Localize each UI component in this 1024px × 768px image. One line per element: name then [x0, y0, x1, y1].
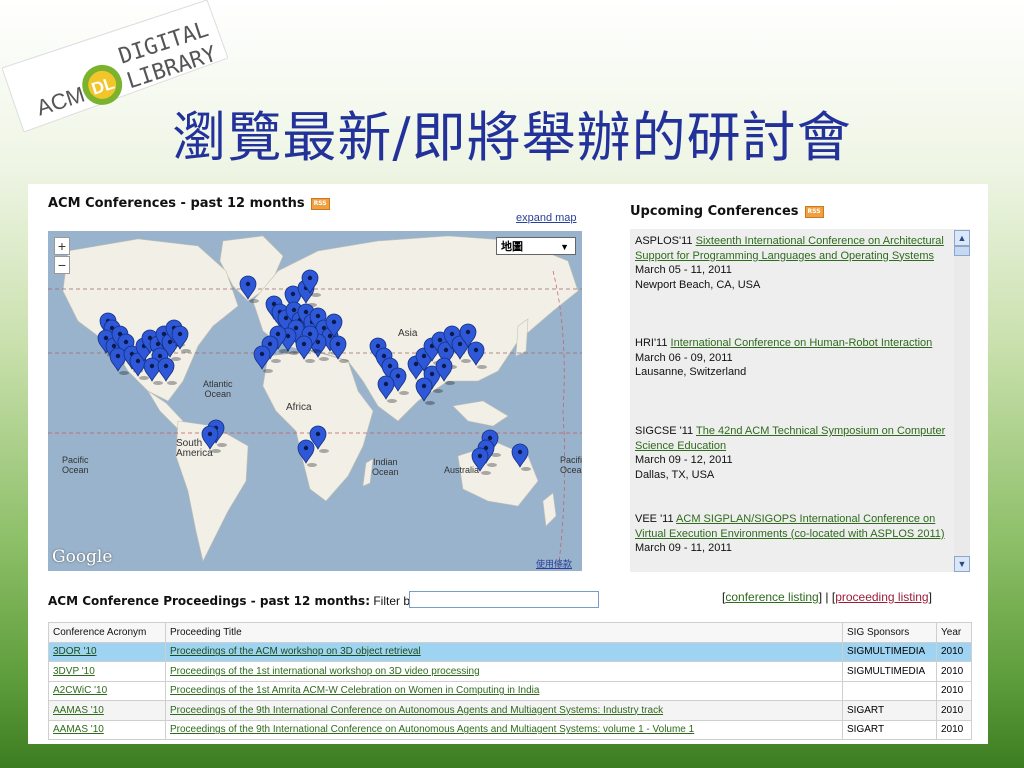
google-logo: Google: [52, 547, 113, 567]
label-pacific-left: Pacific Ocean: [62, 455, 89, 475]
bracket: ]: [928, 590, 932, 604]
col-title-header[interactable]: Proceeding Title: [165, 622, 843, 643]
conference-map[interactable]: + − 地圖 ▼ Asia Atlantic Ocean Africa South…: [48, 231, 582, 571]
row-sig: [842, 680, 937, 701]
row-year: 2010: [936, 719, 972, 740]
table-row[interactable]: A2CWiC '10 Proceedings of the 1st Amrita…: [48, 680, 972, 701]
link-separator: ] | [: [818, 590, 836, 604]
rss-icon[interactable]: RSS: [804, 206, 824, 218]
row-year: 2010: [936, 680, 972, 701]
col-sig-header[interactable]: SIG Sponsors: [842, 622, 937, 643]
table-row[interactable]: AAMAS '10 Proceedings of the 9th Interna…: [48, 719, 972, 740]
row-year: 2010: [936, 661, 972, 682]
label-atlantic: Atlantic Ocean: [203, 379, 233, 399]
label-asia: Asia: [398, 328, 418, 339]
proceedings-heading-text: ACM Conference Proceedings - past 12 mon…: [48, 594, 370, 608]
rss-icon[interactable]: RSS: [310, 198, 330, 210]
zoom-in-button[interactable]: +: [54, 237, 70, 255]
row-sig: SIGART: [842, 700, 937, 721]
filter-input[interactable]: [409, 591, 599, 608]
table-row[interactable]: AAMAS '10 Proceedings of the 9th Interna…: [48, 700, 972, 721]
row-acronym-link[interactable]: AAMAS '10: [53, 724, 104, 735]
upcoming-list: ASPLOS'11 Sixteenth International Confer…: [630, 229, 970, 572]
upcoming-acronym: SIGCSE '11: [635, 425, 696, 437]
table-row[interactable]: 3DVP '10 Proceedings of the 1st internat…: [48, 661, 972, 682]
map-type-value: 地圖: [501, 241, 523, 253]
map-type-select[interactable]: 地圖 ▼: [496, 237, 576, 255]
upcoming-acronym: HRI'11: [635, 337, 671, 349]
row-title-link[interactable]: Proceedings of the 9th International Con…: [170, 724, 694, 735]
col-year-header[interactable]: Year: [936, 622, 972, 643]
proceedings-table: Conference Acronym Proceeding Title SIG …: [48, 622, 972, 740]
upcoming-dates: March 09 - 12, 2011: [635, 454, 733, 467]
row-title-link[interactable]: Proceedings of the ACM workshop on 3D ob…: [170, 646, 421, 657]
conferences-heading-text: ACM Conferences - past 12 months: [48, 196, 305, 211]
table-header-row: Conference Acronym Proceeding Title SIG …: [48, 622, 972, 643]
row-year: 2010: [936, 700, 972, 721]
row-title-link[interactable]: Proceedings of the 9th International Con…: [170, 705, 663, 716]
conference-listing-link[interactable]: conference listing: [725, 590, 818, 604]
proceedings-heading: ACM Conference Proceedings - past 12 mon…: [48, 594, 416, 608]
row-acronym-link[interactable]: AAMAS '10: [53, 705, 104, 716]
upcoming-location: Dallas, TX, USA: [635, 468, 715, 481]
upcoming-dates: March 06 - 09, 2011: [635, 351, 733, 364]
row-acronym-link[interactable]: 3DVP '10: [53, 666, 95, 677]
proceeding-listing-link[interactable]: proceeding listing: [835, 590, 928, 604]
scroll-up-icon[interactable]: ▲: [954, 230, 970, 246]
row-title-link[interactable]: Proceedings of the 1st Amrita ACM-W Cele…: [170, 685, 539, 696]
label-indian: Indian Ocean: [372, 457, 399, 477]
label-pacific-right: Pacific Ocean: [560, 455, 582, 475]
upcoming-heading-text: Upcoming Conferences: [630, 204, 799, 219]
row-year: 2010: [936, 641, 972, 662]
upcoming-dates: March 05 - 11, 2011: [635, 264, 732, 277]
row-sig: SIGART: [842, 719, 937, 740]
listing-links: [conference listing] | [proceeding listi…: [722, 590, 932, 604]
conferences-heading: ACM Conferences - past 12 months RSS: [48, 196, 330, 211]
upcoming-acronym: VEE '11: [635, 513, 677, 525]
row-sig: SIGMULTIMEDIA: [842, 661, 937, 682]
label-africa: Africa: [286, 402, 312, 413]
upcoming-item: ASPLOS'11 Sixteenth International Confer…: [635, 234, 957, 292]
row-sig: SIGMULTIMEDIA: [842, 641, 937, 662]
upcoming-acronym: ASPLOS'11: [635, 235, 696, 247]
label-south-america: South America: [176, 438, 213, 459]
row-title-link[interactable]: Proceedings of the 1st international wor…: [170, 666, 480, 677]
upcoming-heading: Upcoming Conferences RSS: [630, 204, 824, 219]
table-row[interactable]: 3DOR '10 Proceedings of the ACM workshop…: [48, 641, 972, 662]
scroll-thumb[interactable]: [954, 246, 970, 256]
upcoming-location: Newport Beach, CA, USA: [635, 278, 761, 291]
upcoming-item: VEE '11 ACM SIGPLAN/SIGOPS International…: [635, 512, 957, 556]
row-acronym-link[interactable]: A2CWiC '10: [53, 685, 107, 696]
upcoming-title-link[interactable]: ACM SIGPLAN/SIGOPS International Confere…: [635, 513, 945, 540]
upcoming-item: SIGCSE '11 The 42nd ACM Technical Sympos…: [635, 424, 957, 482]
terms-link[interactable]: 使用條款: [536, 557, 572, 570]
col-acronym-header[interactable]: Conference Acronym: [48, 622, 166, 643]
scroll-down-icon[interactable]: ▼: [954, 556, 970, 572]
upcoming-location: Lausanne, Switzerland: [635, 366, 747, 379]
upcoming-dates: March 09 - 11, 2011: [635, 542, 732, 555]
upcoming-scrollbar[interactable]: ▲ ▼: [954, 230, 970, 572]
zoom-out-button[interactable]: −: [54, 256, 70, 274]
expand-map-link[interactable]: expand map: [516, 212, 577, 224]
upcoming-title-link[interactable]: International Conference on Human-Robot …: [671, 337, 933, 349]
label-australia: Australia: [444, 465, 480, 475]
chevron-down-icon: ▼: [560, 242, 569, 252]
row-acronym-link[interactable]: 3DOR '10: [53, 646, 97, 657]
acm-dl-screenshot: ACM Conferences - past 12 months RSS expa…: [28, 184, 988, 744]
slide-title: 瀏覽最新/即將舉辦的研討會: [172, 106, 852, 169]
upcoming-item: HRI'11 International Conference on Human…: [635, 336, 957, 380]
